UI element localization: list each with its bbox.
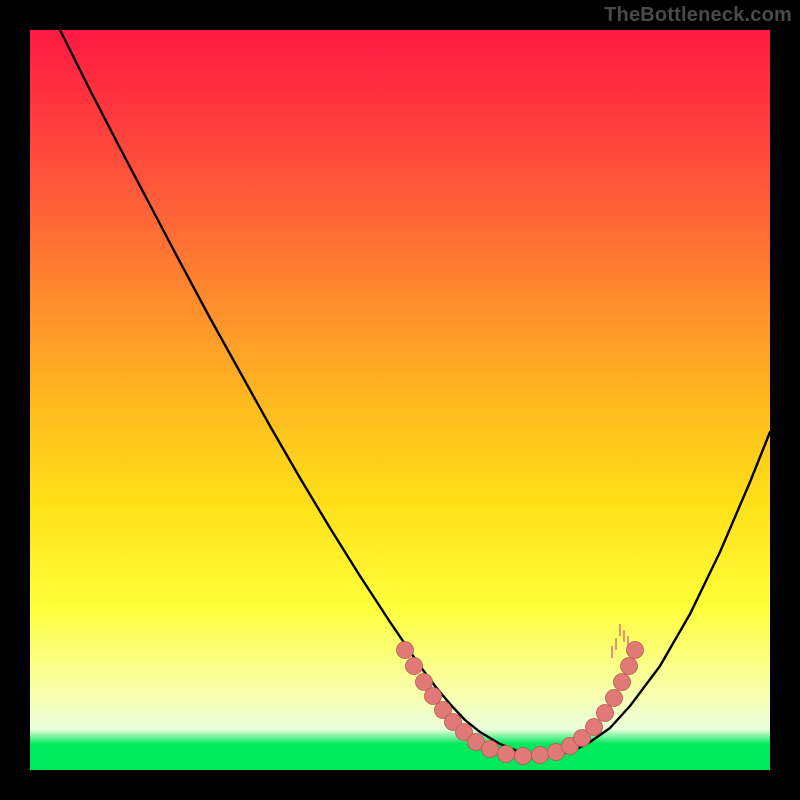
dot-cluster-right [548,642,644,761]
dot-cluster-left [397,642,549,765]
data-dot [397,642,414,659]
data-dot [515,748,532,765]
ticks-right [612,624,628,658]
chart-frame: TheBottleneck.com [0,0,800,800]
data-dot [406,658,423,675]
data-dot [627,642,644,659]
data-dot [586,719,603,736]
data-dot [614,674,631,691]
data-dot [482,741,499,758]
data-dot [597,705,614,722]
watermark-text: TheBottleneck.com [604,4,792,27]
plot-area [30,30,770,770]
data-dot [532,747,549,764]
data-dot [425,688,442,705]
curve-svg [30,30,770,770]
bottleneck-curve [60,30,770,756]
data-dot [498,746,515,763]
data-dot [621,658,638,675]
data-dot [606,690,623,707]
